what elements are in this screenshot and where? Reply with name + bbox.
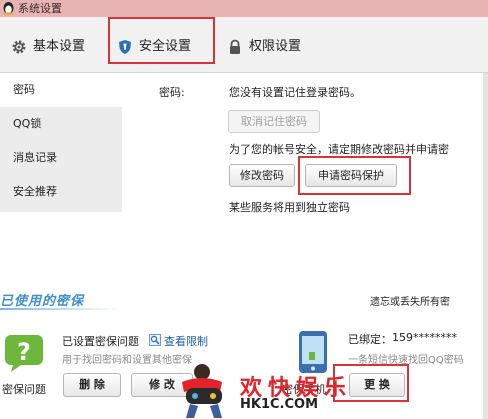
qq-penguin-icon bbox=[3, 2, 14, 15]
watermark-url: HK1C.COM bbox=[240, 397, 319, 412]
highlight-box-apply-protection bbox=[298, 156, 411, 195]
sidebar-item-password[interactable]: 密码 bbox=[0, 73, 122, 107]
window-title: 系统设置 bbox=[18, 2, 62, 15]
question-mark-icon: ? bbox=[5, 335, 43, 372]
section-title: 已使用的密保 bbox=[0, 294, 85, 309]
title-bar: 系统设置 bbox=[0, 0, 488, 17]
gear-icon bbox=[12, 40, 26, 54]
phone-number: 159******** bbox=[392, 331, 457, 344]
gamer-figure-watermark bbox=[182, 364, 222, 418]
scrollbar[interactable] bbox=[483, 73, 488, 419]
question-card-label: 密保问题 bbox=[2, 383, 46, 396]
change-password-button[interactable]: 修改密码 bbox=[229, 164, 295, 187]
independent-password-note: 某些服务将用到独立密码 bbox=[229, 201, 350, 214]
sidebar: 密码 QQ锁 消息记录 安全推荐 bbox=[0, 73, 122, 212]
sidebar-item-security-recommend[interactable]: 安全推荐 bbox=[0, 175, 122, 209]
tab-permission-label: 权限设置 bbox=[249, 39, 302, 54]
password-label: 密码: bbox=[159, 86, 185, 99]
delete-question-button[interactable]: 删 除 bbox=[63, 373, 121, 397]
tab-permission-settings[interactable]: 权限设置 bbox=[227, 36, 327, 58]
question-status: 已设置密保问题 bbox=[62, 335, 139, 348]
cancel-remember-password-button[interactable]: 取消记住密码 bbox=[228, 110, 320, 133]
mobile-phone-icon bbox=[299, 331, 327, 373]
sidebar-item-qq-lock[interactable]: QQ锁 bbox=[0, 107, 122, 141]
magnifier-icon bbox=[149, 334, 161, 346]
security-note: 为了您的帐号安全，请定期修改密码并申请密 bbox=[229, 143, 449, 156]
phone-bound-status: 已绑定： bbox=[348, 333, 392, 346]
sidebar-item-message-history[interactable]: 消息记录 bbox=[0, 141, 122, 175]
lock-icon bbox=[230, 39, 240, 54]
view-limit-link[interactable]: 查看限制 bbox=[164, 333, 208, 349]
tab-basic-label: 基本设置 bbox=[33, 39, 86, 54]
svg-text:?: ? bbox=[17, 338, 31, 366]
password-status-text: 您没有设置记住登录密码。 bbox=[229, 86, 361, 99]
forgot-protection-note: 遗忘或丢失所有密 bbox=[370, 297, 450, 308]
highlight-box-security-tab bbox=[108, 17, 215, 64]
section-divider bbox=[0, 308, 120, 310]
tab-basic-settings[interactable]: 基本设置 bbox=[11, 36, 111, 58]
tab-bar: 基本设置 安全设置 权限设置 bbox=[0, 17, 488, 73]
